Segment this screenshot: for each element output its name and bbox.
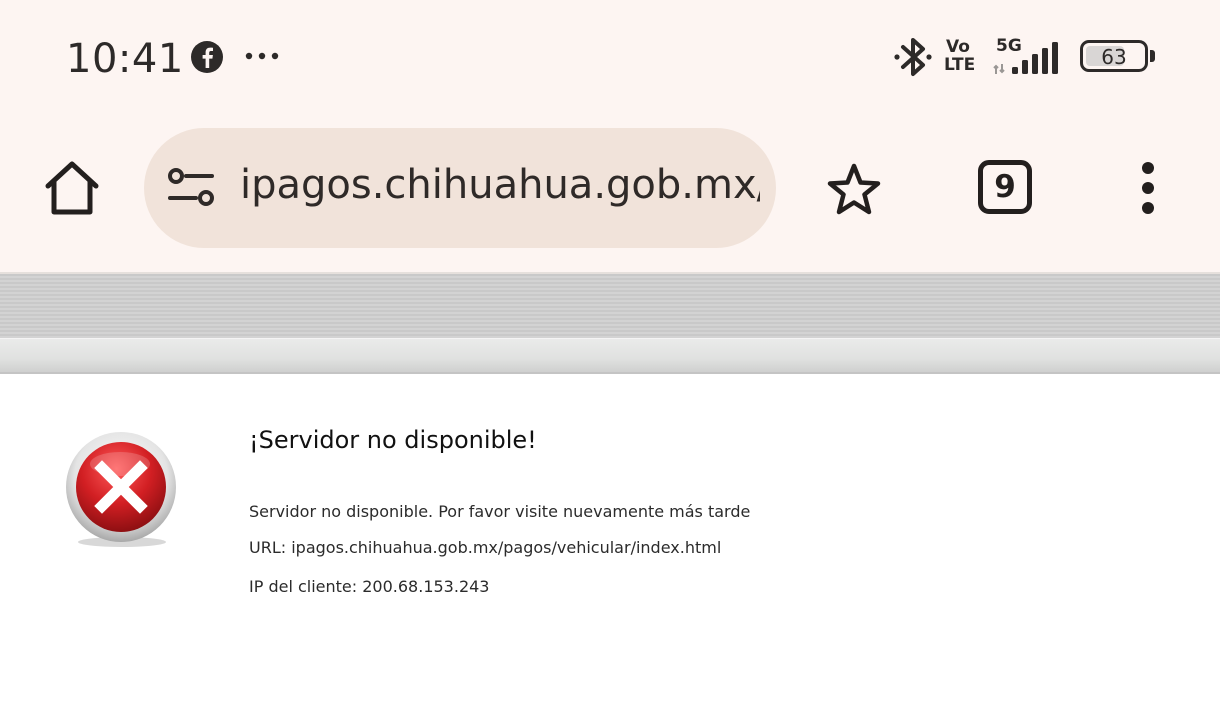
status-bar: 10:41 Vo LTE 5G 63 [0, 0, 1220, 112]
client-ip: IP del cliente: 200.68.153.243 [249, 577, 490, 596]
page-header-stripes [0, 272, 1220, 338]
clock: 10:41 [66, 36, 184, 82]
signal-strength-icon [993, 42, 1058, 74]
error-url: URL: ipagos.chihuahua.gob.mx/pagos/vehic… [249, 538, 722, 557]
battery-level: 63 [1101, 45, 1127, 69]
star-icon[interactable] [824, 160, 884, 220]
volte-line1: Vo [946, 37, 970, 57]
tab-switcher-button[interactable]: 9 [978, 160, 1032, 214]
battery-nub [1150, 50, 1155, 62]
browser-toolbar: ipagos.chihuahua.gob.mx/p 9 [0, 112, 1220, 272]
more-vert-icon[interactable] [1130, 160, 1166, 216]
more-dots-icon [245, 52, 279, 60]
error-title: ¡Servidor no disponible! [249, 426, 537, 454]
volte-indicator: Vo LTE [944, 38, 975, 74]
error-message: Servidor no disponible. Por favor visite… [249, 502, 751, 521]
error-x-icon [66, 432, 176, 547]
volte-line2: LTE [944, 55, 976, 75]
url-text[interactable]: ipagos.chihuahua.gob.mx/p [240, 162, 760, 208]
bluetooth-icon [894, 38, 932, 76]
facebook-icon [191, 41, 223, 73]
battery-indicator: 63 [1080, 40, 1148, 72]
home-icon[interactable] [40, 156, 104, 220]
omnibox[interactable]: ipagos.chihuahua.gob.mx/p [144, 128, 776, 248]
tune-icon[interactable] [166, 166, 216, 210]
page-header-band [0, 338, 1220, 374]
